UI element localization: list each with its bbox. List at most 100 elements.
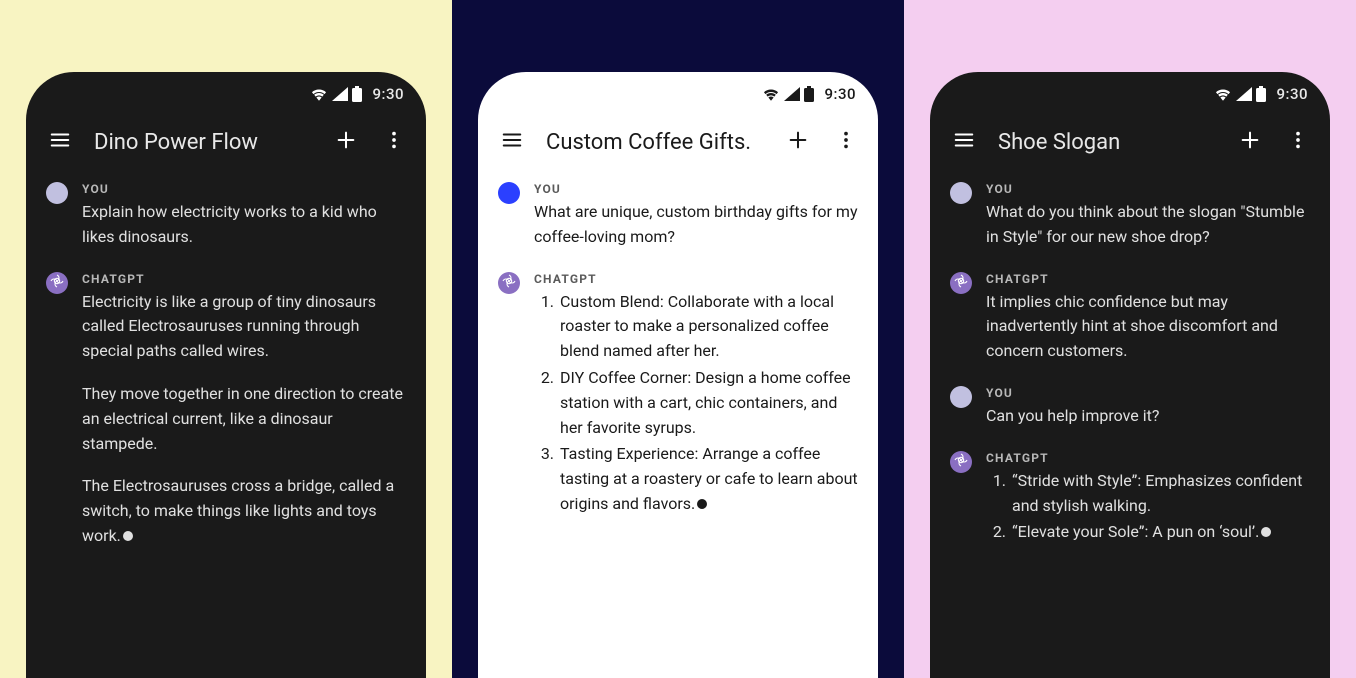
openai-logo-icon (49, 273, 65, 293)
panel-2: 9:30 Shoe Slogan YOU What do you think ab… (904, 0, 1356, 678)
message-body: CHATGPT “Stride with Style”: Emphasizes c… (986, 451, 1310, 547)
list-item: Custom Blend: Collaborate with a local r… (558, 290, 858, 364)
message-paragraph: It implies chic confidence but may inadv… (986, 290, 1310, 364)
message-paragraph: Can you help improve it? (986, 404, 1310, 429)
message-paragraph: Electricity is like a group of tiny dino… (82, 290, 406, 364)
user-message: YOU What do you think about the slogan "S… (950, 182, 1310, 250)
user-message: YOUWhat are unique, custom birthday gift… (498, 182, 858, 250)
menu-button[interactable] (492, 122, 532, 162)
conversation-title[interactable]: Dino Power Flow (94, 130, 312, 155)
typing-cursor-icon (1261, 527, 1271, 537)
status-bar: 9:30 (26, 72, 426, 116)
more-vertical-icon (835, 129, 857, 155)
assistant-message: CHATGPT Electricity is like a group of ti… (46, 272, 406, 549)
assistant-message: CHATGPTCustom Blend: Collaborate with a … (498, 272, 858, 519)
new-chat-button[interactable] (326, 122, 366, 162)
app-bar: Custom Coffee Gifts. (478, 116, 878, 168)
wifi-icon (1214, 87, 1232, 101)
new-chat-button[interactable] (1230, 122, 1270, 162)
status-bar: 9:30 (478, 72, 878, 116)
message-text: Explain how electricity works to a kid w… (82, 200, 406, 250)
conversation-scroll[interactable]: YOU What do you think about the slogan "S… (930, 168, 1330, 547)
message-text: Can you help improve it? (986, 404, 1310, 429)
message-text: Electricity is like a group of tiny dino… (82, 290, 406, 549)
battery-icon (352, 86, 362, 102)
user-message: YOUExplain how electricity works to a ki… (46, 182, 406, 250)
signal-icon (332, 87, 348, 101)
plus-icon (1239, 129, 1261, 155)
conversation-scroll[interactable]: YOUExplain how electricity works to a ki… (26, 168, 426, 549)
status-time: 9:30 (372, 85, 404, 103)
user-avatar (46, 182, 68, 204)
sender-label: CHATGPT (82, 272, 406, 286)
typing-cursor-icon (697, 499, 707, 509)
battery-icon (1256, 86, 1266, 102)
list-item: DIY Coffee Corner: Design a home coffee … (558, 366, 858, 440)
conversation-title[interactable]: Shoe Slogan (998, 130, 1216, 155)
menu-button[interactable] (40, 122, 80, 162)
hamburger-icon (501, 129, 523, 155)
message-body: YOU What do you think about the slogan "S… (986, 182, 1310, 250)
more-button[interactable] (374, 122, 414, 162)
assistant-avatar (498, 272, 520, 294)
assistant-message: CHATGPT It implies chic confidence but ma… (950, 272, 1310, 364)
plus-icon (335, 129, 357, 155)
phone-frame: 9:30 Custom Coffee Gifts. YOUWhat are un… (478, 72, 878, 678)
message-body: YOU Can you help improve it? (986, 386, 1310, 429)
message-paragraph: They move together in one direction to c… (82, 382, 406, 456)
user-message: YOU Can you help improve it? (950, 386, 1310, 429)
sender-label: YOU (986, 386, 1310, 400)
message-text: “Stride with Style”: Emphasizes confiden… (986, 469, 1310, 545)
user-avatar (950, 182, 972, 204)
message-text: What are unique, custom birthday gifts f… (534, 200, 858, 250)
openai-logo-icon (501, 273, 517, 293)
message-ordered-list: Custom Blend: Collaborate with a local r… (534, 290, 858, 517)
conversation-scroll[interactable]: YOUWhat are unique, custom birthday gift… (478, 168, 878, 519)
user-avatar (498, 182, 520, 204)
message-body: YOUWhat are unique, custom birthday gift… (534, 182, 858, 250)
typing-cursor-icon (123, 531, 133, 541)
openai-logo-icon (953, 273, 969, 293)
status-time: 9:30 (1276, 85, 1308, 103)
message-paragraph: What are unique, custom birthday gifts f… (534, 200, 858, 250)
message-text: Custom Blend: Collaborate with a local r… (534, 290, 858, 517)
message-text: What do you think about the slogan "Stum… (986, 200, 1310, 250)
assistant-avatar (950, 272, 972, 294)
panel-0: 9:30 Dino Power Flow YOUExplain how elec… (0, 0, 452, 678)
wifi-icon (762, 87, 780, 101)
hamburger-icon (49, 129, 71, 155)
signal-icon (1236, 87, 1252, 101)
signal-icon (784, 87, 800, 101)
message-body: YOUExplain how electricity works to a ki… (82, 182, 406, 250)
phone-frame: 9:30 Shoe Slogan YOU What do you think ab… (930, 72, 1330, 678)
conversation-title[interactable]: Custom Coffee Gifts. (546, 130, 764, 155)
panel-1: 9:30 Custom Coffee Gifts. YOUWhat are un… (452, 0, 904, 678)
user-avatar (950, 386, 972, 408)
list-item: Tasting Experience: Arrange a coffee tas… (558, 442, 858, 516)
sender-label: CHATGPT (986, 272, 1310, 286)
message-paragraph: What do you think about the slogan "Stum… (986, 200, 1310, 250)
battery-icon (804, 86, 814, 102)
plus-icon (787, 129, 809, 155)
sender-label: YOU (986, 182, 1310, 196)
phone-frame: 9:30 Dino Power Flow YOUExplain how elec… (26, 72, 426, 678)
message-text: It implies chic confidence but may inadv… (986, 290, 1310, 364)
more-button[interactable] (1278, 122, 1318, 162)
message-body: CHATGPTCustom Blend: Collaborate with a … (534, 272, 858, 519)
status-time: 9:30 (824, 85, 856, 103)
app-bar: Dino Power Flow (26, 116, 426, 168)
assistant-message: CHATGPT “Stride with Style”: Emphasizes c… (950, 451, 1310, 547)
menu-button[interactable] (944, 122, 984, 162)
message-body: CHATGPT Electricity is like a group of ti… (82, 272, 406, 549)
assistant-avatar (950, 451, 972, 473)
more-vertical-icon (383, 129, 405, 155)
message-ordered-list: “Stride with Style”: Emphasizes confiden… (986, 469, 1310, 545)
message-paragraph: Explain how electricity works to a kid w… (82, 200, 406, 250)
message-paragraph: The Electrosauruses cross a bridge, call… (82, 474, 406, 548)
new-chat-button[interactable] (778, 122, 818, 162)
sender-label: CHATGPT (986, 451, 1310, 465)
app-bar: Shoe Slogan (930, 116, 1330, 168)
more-vertical-icon (1287, 129, 1309, 155)
more-button[interactable] (826, 122, 866, 162)
assistant-avatar (46, 272, 68, 294)
